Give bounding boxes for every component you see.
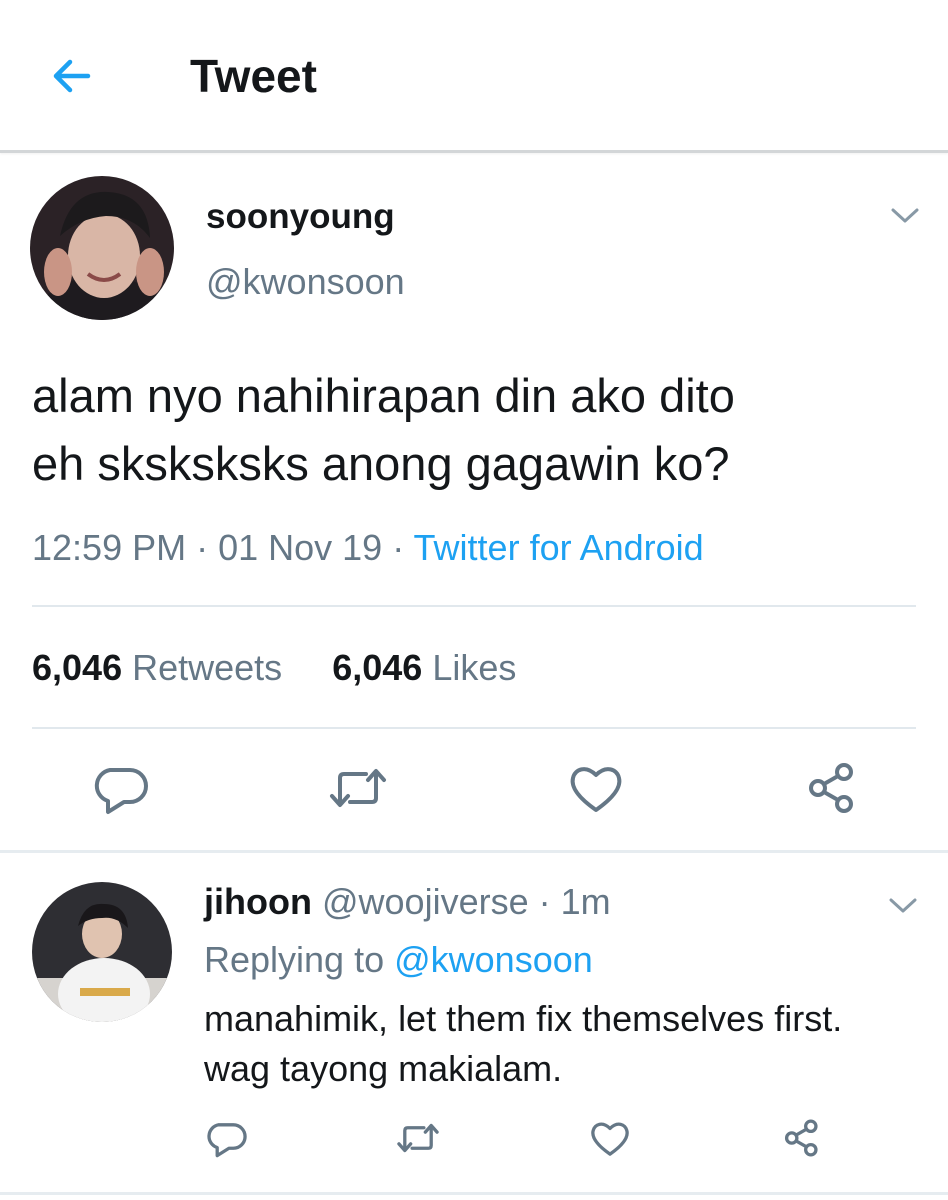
like-count[interactable]: 6,046 xyxy=(332,647,422,688)
like-icon[interactable] xyxy=(588,1116,632,1160)
author-handle[interactable]: @kwonsoon xyxy=(206,260,405,304)
reply-text-line: wag tayong makialam. xyxy=(204,1048,563,1089)
tweet-date: 01 Nov 19 xyxy=(218,527,383,568)
like-icon[interactable] xyxy=(566,758,626,818)
tweet-text-line: alam nyo nahihirapan din ako dito xyxy=(32,369,735,422)
retweet-icon[interactable] xyxy=(328,758,388,818)
tweet-time: 12:59 PM xyxy=(32,527,187,568)
reply-author-name[interactable]: jihoon xyxy=(204,881,312,922)
tweet-source-link[interactable]: Twitter for Android xyxy=(414,527,704,568)
divider xyxy=(32,727,916,729)
divider xyxy=(0,1192,948,1195)
top-app-bar: Tweet xyxy=(0,0,948,153)
separator: · xyxy=(186,527,219,568)
tweet-text-line: eh sksksksks anong gagawin ko? xyxy=(32,437,730,490)
like-label[interactable]: Likes xyxy=(432,647,516,688)
back-arrow-icon[interactable] xyxy=(48,52,96,100)
author-name[interactable]: soonyoung xyxy=(206,196,395,238)
retweet-icon[interactable] xyxy=(396,1116,440,1160)
replying-to: Replying to @kwonsoon xyxy=(204,938,593,982)
reply-author-avatar[interactable] xyxy=(32,882,172,1022)
retweet-label[interactable]: Retweets xyxy=(132,647,282,688)
tweet-text: alam nyo nahihirapan din ako dito eh sks… xyxy=(32,362,922,498)
replying-mention-link[interactable]: @kwonsoon xyxy=(394,939,593,980)
reply-text: manahimik, let them fix themselves first… xyxy=(204,994,924,1094)
author-avatar[interactable] xyxy=(30,176,174,320)
divider xyxy=(32,605,916,607)
reply-author-handle[interactable]: @woojiverse xyxy=(322,881,529,922)
reply-icon[interactable] xyxy=(204,1116,248,1160)
tweet-stats: 6,046 Retweets 6,046 Likes xyxy=(32,646,516,690)
reply-header: jihoon @woojiverse · 1m xyxy=(204,880,611,924)
divider xyxy=(0,850,948,853)
tweet-meta: 12:59 PM · 01 Nov 19 · Twitter for Andro… xyxy=(32,526,704,570)
separator: · xyxy=(528,881,561,922)
reply-icon[interactable] xyxy=(90,758,150,818)
share-icon[interactable] xyxy=(780,1116,824,1160)
reply-text-line: manahimik, let them fix themselves first… xyxy=(204,998,843,1039)
chevron-down-icon[interactable] xyxy=(890,206,920,226)
chevron-down-icon[interactable] xyxy=(888,896,918,916)
reply-time: 1m xyxy=(560,881,611,922)
retweet-count[interactable]: 6,046 xyxy=(32,647,122,688)
share-icon[interactable] xyxy=(802,758,862,818)
replying-prefix: Replying to xyxy=(204,939,395,980)
page-title: Tweet xyxy=(190,50,317,102)
separator: · xyxy=(382,527,414,568)
